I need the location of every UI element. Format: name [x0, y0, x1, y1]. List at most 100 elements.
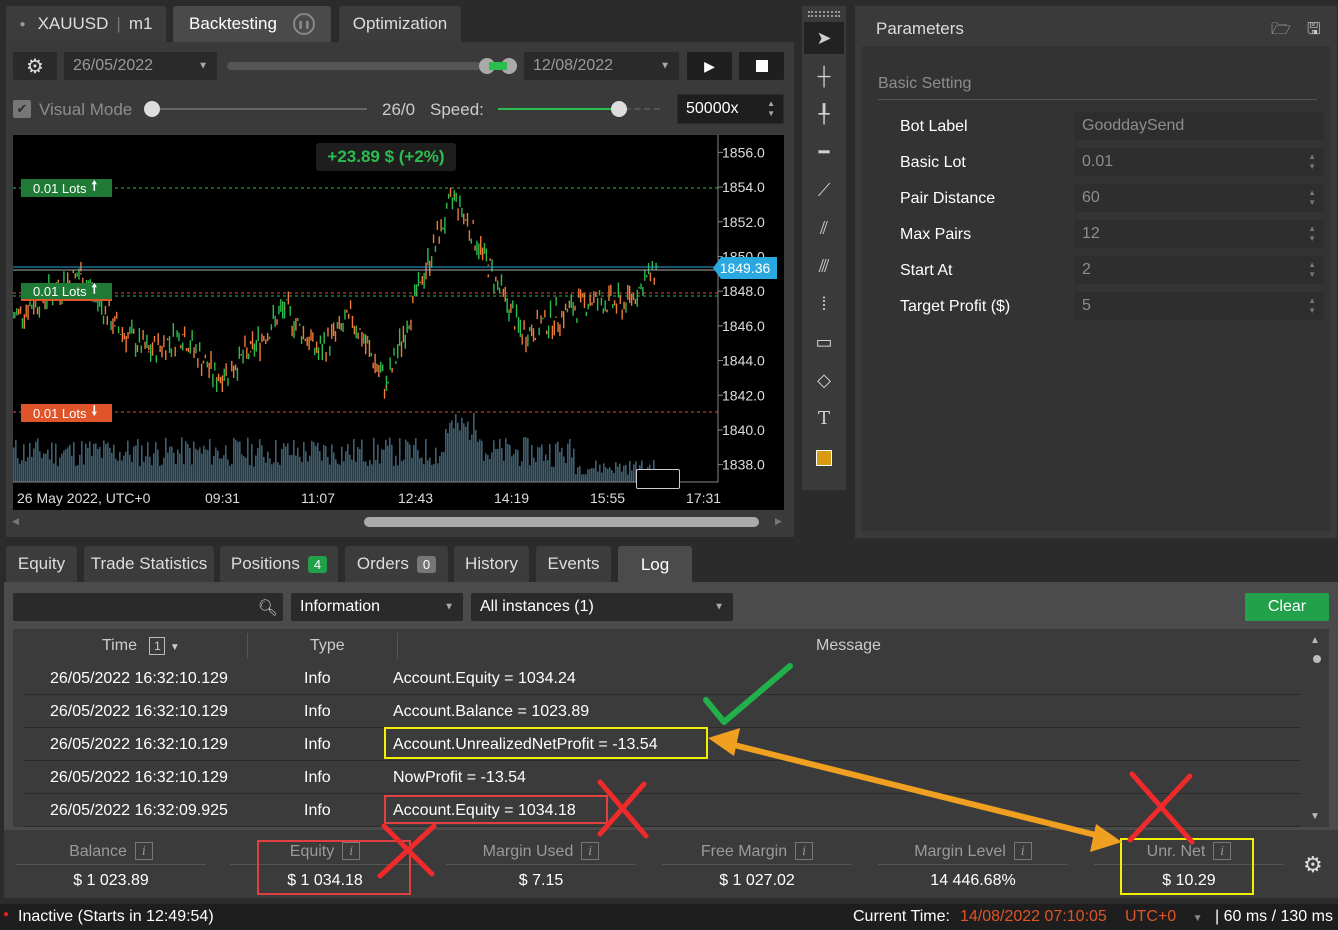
- info-icon[interactable]: i: [581, 842, 600, 860]
- lot-buy-badge-2[interactable]: 0.01 Lots 🠕: [21, 281, 112, 301]
- table-row[interactable]: 26/05/2022 16:32:10.129 Info NowProfit = -…: [24, 761, 1300, 794]
- price-chart[interactable]: 1856.0 1854.0 1852.0 1850.0 1848.0 1846.0 1844…: [13, 135, 784, 510]
- volume-bar: [331, 444, 333, 482]
- stop-button[interactable]: [739, 52, 784, 80]
- folder-open-icon[interactable]: 🗁: [1271, 18, 1291, 45]
- chevron-down-icon: ▼: [660, 60, 670, 72]
- chart-canvas[interactable]: 1856.01854.01852.01850.01848.01846.01844…: [13, 135, 784, 510]
- measure-icon[interactable]: ╀: [804, 98, 844, 130]
- log-scroll-down[interactable]: ▼: [1310, 811, 1320, 822]
- tab-positions[interactable]: Positions 4: [220, 546, 338, 582]
- play-button[interactable]: ▶: [687, 52, 732, 80]
- info-icon[interactable]: i: [134, 842, 153, 860]
- header-time[interactable]: Time 1 ▼: [102, 637, 180, 655]
- search-icon[interactable]: 🔍︎: [258, 598, 278, 618]
- row-message: Account.Balance = 1023.89: [393, 703, 590, 720]
- header-message[interactable]: Message: [816, 637, 881, 655]
- fib-grid-icon[interactable]: ⁞: [804, 288, 844, 320]
- settings-button[interactable]: ⚙: [13, 52, 57, 80]
- chart-scrollbar[interactable]: [364, 517, 759, 527]
- tab-backtesting[interactable]: Backtesting ❚❚: [173, 6, 331, 42]
- lot-sell-badge[interactable]: 0.01 Lots 🠗: [21, 403, 112, 422]
- volume-bar: [213, 455, 215, 482]
- trend-line-icon[interactable]: ⟋: [804, 174, 844, 206]
- progress-slider[interactable]: [227, 58, 517, 74]
- speed-slider[interactable]: [498, 101, 660, 117]
- tab-log[interactable]: Log: [618, 546, 692, 584]
- param-input[interactable]: 60 ▲ ▼: [1074, 184, 1324, 212]
- horizontal-line-icon[interactable]: ━: [804, 136, 844, 168]
- tab-trade-statistics[interactable]: Trade Statistics: [84, 546, 214, 582]
- log-instances-select[interactable]: All instances (1) ▼: [471, 593, 733, 621]
- visual-slider[interactable]: [144, 101, 367, 117]
- pause-icon[interactable]: ❚❚: [292, 13, 315, 35]
- log-level-select[interactable]: Information ▼: [291, 593, 463, 621]
- volume-bar: [115, 458, 117, 482]
- param-input[interactable]: GooddaySend: [1074, 112, 1324, 140]
- stats-settings-icon[interactable]: ⚙: [1303, 852, 1323, 878]
- tab-optimization[interactable]: Optimization: [339, 6, 461, 42]
- speed-slider-handle[interactable]: [611, 101, 627, 117]
- spin-icon[interactable]: ▲ ▼: [1308, 224, 1316, 244]
- param-input[interactable]: 2 ▲ ▼: [1074, 256, 1324, 284]
- text-icon[interactable]: T: [804, 402, 844, 434]
- param-input[interactable]: 12 ▲ ▼: [1074, 220, 1324, 248]
- speed-select[interactable]: 50000x ▲ ▼: [677, 94, 784, 124]
- table-row[interactable]: 26/05/2022 16:32:09.925 Info Account.Equit…: [24, 794, 1300, 827]
- spin-icon[interactable]: ▲ ▼: [1308, 260, 1316, 280]
- chart-scroll-left[interactable]: ◀: [12, 516, 19, 527]
- param-input[interactable]: 5 ▲ ▼: [1074, 292, 1324, 320]
- volume-bar: [489, 458, 491, 482]
- rectangle-icon[interactable]: ▭: [804, 326, 844, 358]
- param-input[interactable]: 0.01 ▲ ▼: [1074, 148, 1324, 176]
- tab-orders[interactable]: Orders 0: [345, 546, 448, 582]
- volume-bar: [305, 451, 307, 482]
- cursor-icon[interactable]: ➤: [804, 22, 844, 54]
- volume-bar: [363, 461, 365, 482]
- header-type[interactable]: Type: [310, 637, 345, 655]
- stat-label: Margin Used: [482, 843, 574, 860]
- chevron-down-icon: ▼: [198, 60, 208, 72]
- volume-bar: [335, 459, 337, 482]
- tab-events[interactable]: Events: [536, 546, 611, 582]
- volume-bar: [229, 465, 231, 482]
- clear-button[interactable]: Clear: [1245, 593, 1329, 621]
- table-row[interactable]: 26/05/2022 16:32:10.129 Info Account.Balan…: [24, 695, 1300, 728]
- volume-bar: [283, 443, 285, 482]
- chart-scroll-right[interactable]: ▶: [775, 516, 782, 527]
- spin-icon[interactable]: ▲ ▼: [1308, 188, 1316, 208]
- volume-bar: [219, 458, 221, 482]
- log-search-input[interactable]: 🔍︎: [13, 593, 283, 621]
- volume-bar: [153, 453, 155, 482]
- fibonacci-icon[interactable]: ⫽: [804, 212, 844, 244]
- tab-equity[interactable]: Equity: [6, 546, 77, 582]
- volume-bar: [625, 464, 627, 482]
- info-icon[interactable]: i: [1013, 842, 1032, 860]
- parameters-title: Parameters: [876, 19, 964, 38]
- end-date-select[interactable]: 12/08/2022 ▼: [524, 52, 679, 80]
- lot-buy-badge-1[interactable]: 0.01 Lots 🠕: [21, 178, 112, 197]
- progress-fill: [227, 62, 483, 70]
- log-scroll-up[interactable]: ▲: [1310, 635, 1320, 646]
- price-tick-label: 1840.0: [722, 422, 765, 438]
- start-date-select[interactable]: 26/05/2022 ▼: [64, 52, 217, 80]
- visual-slider-handle[interactable]: [144, 101, 160, 117]
- gear-icon: ⚙: [26, 55, 44, 78]
- table-row[interactable]: 26/05/2022 16:32:10.129 Info Account.Equit…: [24, 662, 1300, 695]
- info-icon[interactable]: i: [795, 842, 814, 860]
- channel-icon[interactable]: ⫻: [804, 250, 844, 282]
- spin-icon[interactable]: ▲ ▼: [1308, 296, 1316, 316]
- toolbar-grip[interactable]: [808, 11, 840, 17]
- log-scrollbar-thumb[interactable]: [1313, 655, 1321, 663]
- color-swatch-icon[interactable]: [804, 442, 844, 474]
- diamond-icon[interactable]: ◇: [804, 364, 844, 396]
- timezone-select[interactable]: UTC+0 ▼: [1125, 908, 1202, 926]
- volume-bar: [137, 439, 139, 482]
- crosshair-icon[interactable]: ┼: [804, 60, 844, 92]
- tab-symbol[interactable]: ● XAUUSD | m1: [6, 6, 166, 42]
- visual-mode-checkbox[interactable]: ✔: [13, 100, 31, 118]
- tab-history[interactable]: History: [454, 546, 529, 582]
- spin-icon[interactable]: ▲ ▼: [1308, 152, 1316, 172]
- save-icon[interactable]: 🖫: [1307, 18, 1321, 45]
- status-bar: ● Inactive (Starts in 12:49:54) Current …: [0, 904, 1338, 930]
